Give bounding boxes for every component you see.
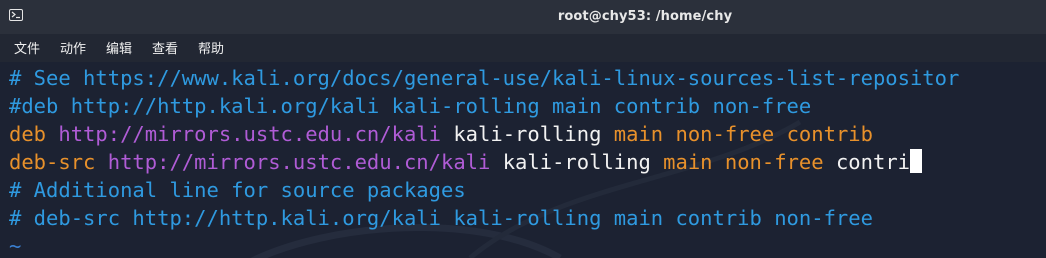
menu-view[interactable]: 查看 xyxy=(152,38,178,57)
menu-action[interactable]: 动作 xyxy=(60,38,86,57)
menu-bar: 文件 动作 编辑 查看 帮助 xyxy=(0,34,1046,62)
mirror-url: http://mirrors.ustc.edu.cn/kali xyxy=(107,150,491,174)
terminal-line: deb-src http://mirrors.ustc.edu.cn/kali … xyxy=(9,148,923,176)
terminal-line: # deb-src http://http.kali.org/kali kali… xyxy=(9,206,873,230)
terminal-area[interactable]: # See https://www.kali.org/docs/general-… xyxy=(0,62,1046,258)
window-titlebar: root@chy53: /home/chy xyxy=(0,0,1046,34)
terminal-line: # See https://www.kali.org/docs/general-… xyxy=(9,66,960,90)
terminal-line: # Additional line for source packages xyxy=(9,178,466,202)
components: main non-free contrib xyxy=(613,122,873,146)
suite-name: kali-rolling xyxy=(453,122,602,146)
menu-edit[interactable]: 编辑 xyxy=(106,38,132,57)
typed-text: contri xyxy=(835,150,911,174)
suite-name: kali-rolling xyxy=(502,150,651,174)
window-title: root@chy53: /home/chy xyxy=(557,9,733,24)
terminal-line: #deb http://http.kali.org/kali kali-roll… xyxy=(9,94,812,118)
components: main non-free xyxy=(663,150,824,174)
menu-file[interactable]: 文件 xyxy=(14,38,40,57)
deb-src-keyword: deb-src xyxy=(9,150,96,174)
deb-keyword: deb xyxy=(9,122,47,146)
terminal-line: deb http://mirrors.ustc.edu.cn/kali kali… xyxy=(9,120,873,148)
mirror-url: http://mirrors.ustc.edu.cn/kali xyxy=(58,122,441,146)
menu-help[interactable]: 帮助 xyxy=(198,38,224,57)
empty-line-tilde: ~ xyxy=(9,234,22,258)
text-cursor xyxy=(910,149,923,173)
